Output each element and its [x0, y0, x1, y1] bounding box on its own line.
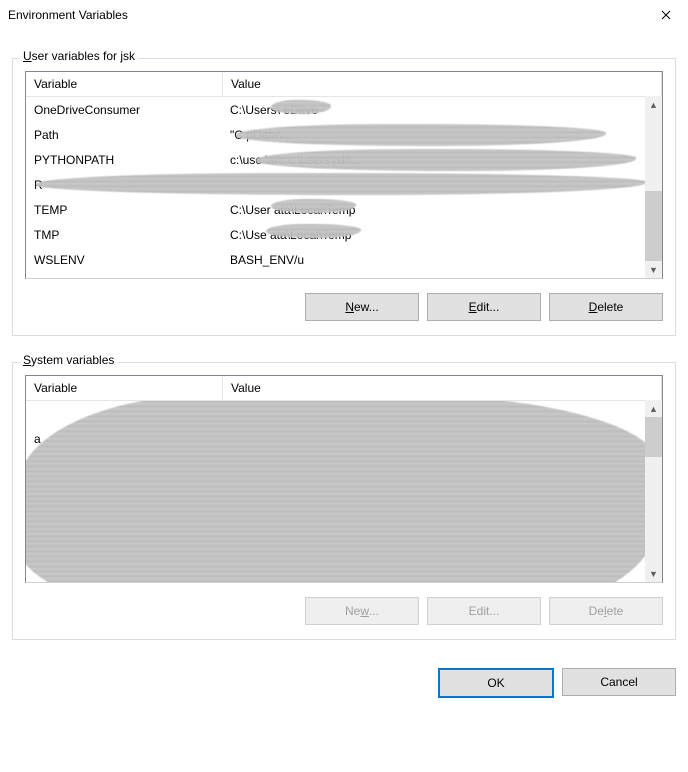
list-row[interactable]: TEMP C:\User ata\Local\Temp: [26, 197, 662, 222]
list-header: Variable Value: [26, 72, 662, 97]
cell-value: C:\Use ata\Local\Temp: [222, 228, 662, 242]
list-row[interactable]: OneDriveConsumer C:\Users\ eDrive: [26, 97, 662, 122]
scrollbar[interactable]: ▲ ▼: [645, 96, 662, 278]
system-variables-list[interactable]: Variable Value a ▲ ▼: [25, 375, 663, 583]
column-header-variable[interactable]: Variable: [26, 376, 223, 400]
scrollbar[interactable]: ▲ ▼: [645, 400, 662, 582]
scroll-thumb[interactable]: [645, 417, 662, 457]
list-row[interactable]: PYTHONPATH c:\use \src;c:\users\jsk\...: [26, 147, 662, 172]
dialog-body: User variables for jsk Variable Value On…: [0, 30, 688, 650]
edit-button[interactable]: Edit...: [427, 597, 541, 625]
user-variables-group: User variables for jsk Variable Value On…: [12, 58, 676, 336]
scroll-down-icon: ▼: [645, 261, 662, 278]
new-button[interactable]: New...: [305, 597, 419, 625]
system-buttons-row: New... Edit... Delete: [25, 597, 663, 625]
cell-variable: WSLENV: [26, 253, 222, 267]
list-rows: OneDriveConsumer C:\Users\ eDrive Path "…: [26, 97, 662, 278]
list-row[interactable]: [26, 401, 662, 426]
cancel-button[interactable]: Cancel: [562, 668, 676, 696]
scroll-up-icon: ▲: [645, 400, 662, 417]
new-button[interactable]: New...: [305, 293, 419, 321]
ok-button[interactable]: OK: [438, 668, 554, 698]
delete-button[interactable]: Delete: [549, 293, 663, 321]
delete-button[interactable]: Delete: [549, 597, 663, 625]
scroll-thumb[interactable]: [645, 191, 662, 261]
list-header: Variable Value: [26, 376, 662, 401]
list-row[interactable]: R: [26, 172, 662, 197]
list-row[interactable]: WSLENV BASH_ENV/u: [26, 247, 662, 272]
scroll-down-icon: ▼: [645, 565, 662, 582]
cell-value: "C pData\...: [222, 128, 662, 142]
dialog-footer: OK Cancel: [0, 650, 688, 710]
system-variables-legend: System variables: [19, 353, 118, 367]
cell-variable: TEMP: [26, 203, 222, 217]
column-header-value[interactable]: Value: [223, 376, 662, 400]
list-row[interactable]: Path "C pData\...: [26, 122, 662, 147]
cell-variable: R: [26, 178, 222, 192]
system-variables-group: System variables Variable Value a: [12, 362, 676, 640]
list-row[interactable]: TMP C:\Use ata\Local\Temp: [26, 222, 662, 247]
window-title: Environment Variables: [8, 8, 128, 22]
column-header-variable[interactable]: Variable: [26, 72, 223, 96]
cell-value: C:\User ata\Local\Temp: [222, 203, 662, 217]
cell-value: c:\use \src;c:\users\jsk\...: [222, 153, 662, 167]
cell-value: C:\Users\ eDrive: [222, 103, 662, 117]
cell-variable: a: [26, 432, 222, 446]
list-rows: a: [26, 401, 662, 582]
cell-variable: PYTHONPATH: [26, 153, 222, 167]
user-variables-list[interactable]: Variable Value OneDriveConsumer C:\Users…: [25, 71, 663, 279]
list-row[interactable]: a: [26, 426, 662, 451]
edit-button[interactable]: Edit...: [427, 293, 541, 321]
cell-value: BASH_ENV/u: [222, 253, 662, 267]
scroll-up-icon: ▲: [645, 96, 662, 113]
user-buttons-row: New... Edit... Delete: [25, 293, 663, 321]
close-button[interactable]: [643, 0, 688, 30]
user-variables-legend: User variables for jsk: [19, 49, 139, 63]
cell-variable: OneDriveConsumer: [26, 103, 222, 117]
close-icon: [661, 7, 671, 23]
cell-variable: Path: [26, 128, 222, 142]
column-header-value[interactable]: Value: [223, 72, 662, 96]
titlebar: Environment Variables: [0, 0, 688, 30]
cell-variable: TMP: [26, 228, 222, 242]
